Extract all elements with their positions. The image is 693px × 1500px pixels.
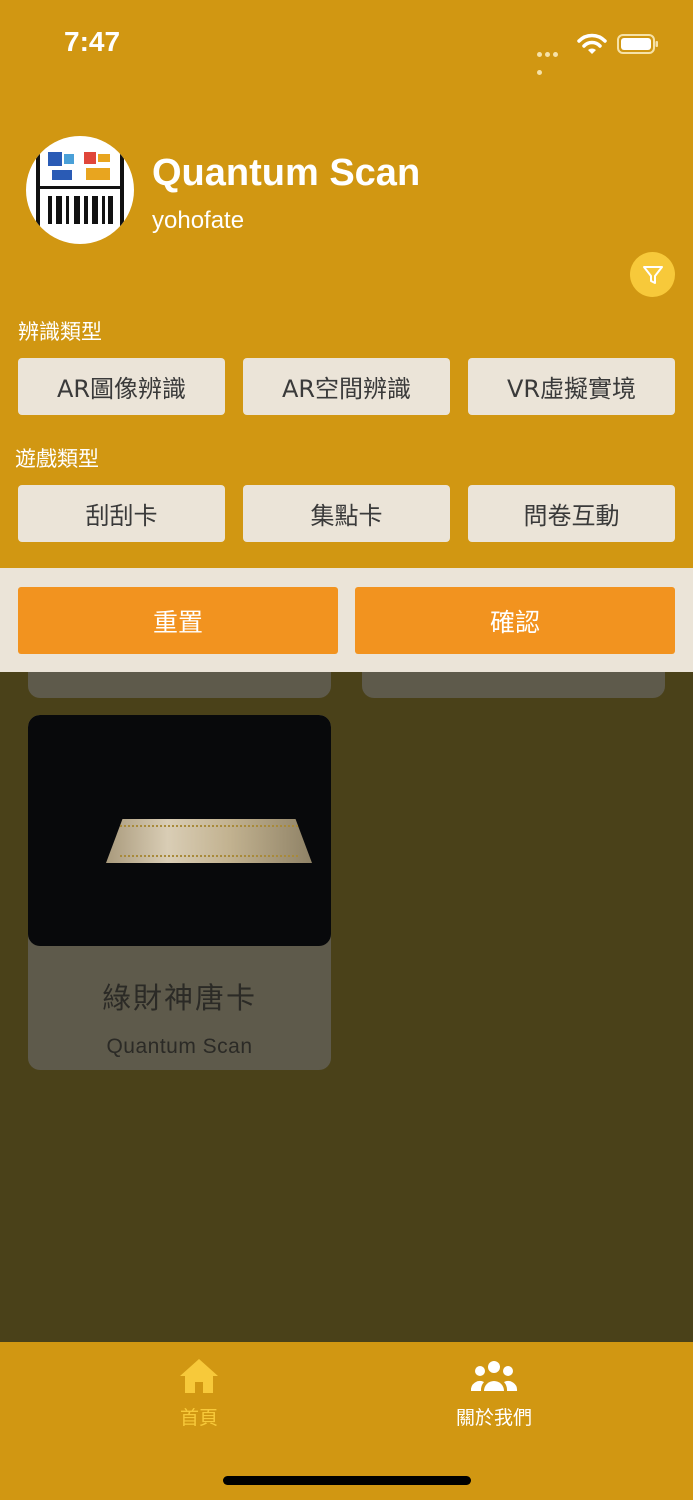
username: yohofate [152,207,245,234]
content-card[interactable]: 綠財神唐卡 Quantum Scan [28,715,331,1070]
tab-home-label: 首頁 [179,1407,218,1429]
wifi-icon [577,33,607,54]
chip-point-card[interactable]: 集點卡 [243,485,450,542]
filter-icon [642,265,663,284]
filter-panel: 7:47 Quantum Scan yohofate 辨識類型 AR圖像辨識 A… [0,0,693,568]
chip-scratch-card[interactable]: 刮刮卡 [18,485,225,542]
app-title: Quantum Scan [152,152,421,194]
status-time: 7:47 [64,26,121,57]
signal-icon [537,44,567,75]
tab-bar: 首頁 關於我們 [0,1342,693,1500]
recognition-type-label: 辨識類型 [18,320,102,344]
home-indicator [223,1476,471,1485]
card-image-artwork [106,819,312,863]
chip-ar-image[interactable]: AR圖像辨識 [18,358,225,415]
tab-about-label: 關於我們 [455,1407,532,1429]
reset-button[interactable]: 重置 [18,587,338,654]
card-title: 綠財神唐卡 [101,981,257,1015]
card-thumbnail [28,715,331,946]
game-type-label: 遊戲類型 [15,447,99,471]
battery-icon [617,34,658,54]
tab-home[interactable]: 首頁 [170,1357,228,1430]
card-subtitle: Quantum Scan [106,1035,253,1058]
filter-button[interactable] [630,252,675,297]
chip-vr[interactable]: VR虛擬實境 [468,358,675,415]
confirm-button[interactable]: 確認 [355,587,675,654]
chip-survey[interactable]: 問卷互動 [468,485,675,542]
filter-action-bar: 重置 確認 [0,568,693,672]
tab-about[interactable]: 關於我們 [446,1357,542,1430]
chip-ar-space[interactable]: AR空間辨識 [243,358,450,415]
users-icon [470,1361,518,1391]
home-icon [180,1359,218,1393]
qr-logo-icon [36,148,124,230]
app-logo-avatar [26,136,134,244]
